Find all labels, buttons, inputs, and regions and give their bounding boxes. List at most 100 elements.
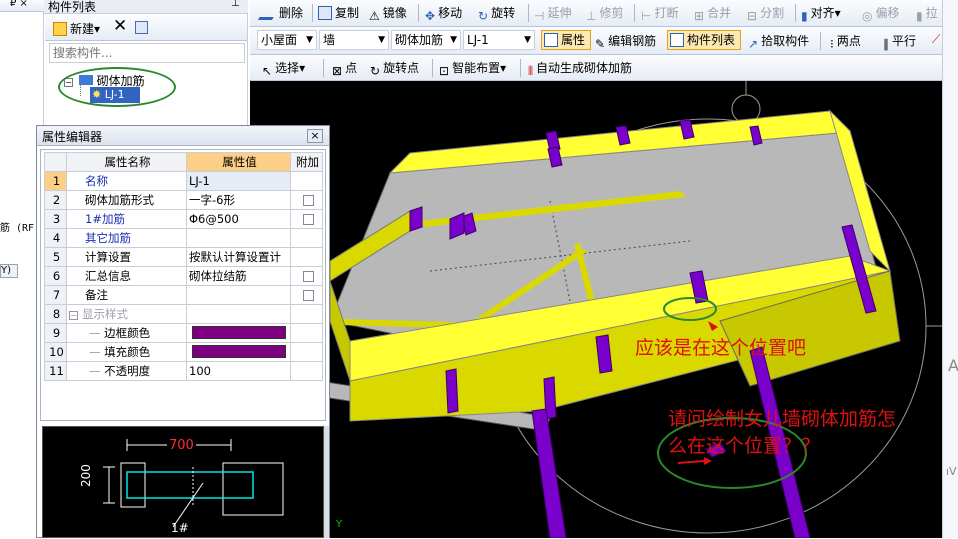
collapse-icon[interactable]: −	[69, 310, 78, 320]
extend-button[interactable]: ⊣ 延伸	[534, 4, 571, 23]
move-button[interactable]: ✥ 移动	[425, 4, 463, 23]
annotation-question-line1: 请问绘制女儿墙砌体加筋怎	[668, 408, 897, 430]
close-icon[interactable]: ×	[307, 129, 323, 143]
property-table: 属性名称 属性值 附加 1 名称 LJ-1 2 砌体加筋形式 一字-6形 3 1…	[44, 152, 323, 381]
prop-value[interactable]: 砌体拉结筋	[186, 266, 291, 286]
left-fragment-a: 筋 (RF	[0, 223, 35, 234]
prop-extra	[290, 304, 323, 324]
table-row[interactable]: 11 — 不透明度 100	[44, 361, 323, 381]
viewport-3d[interactable]: Y 应该是在这个位置吧 请问绘制女儿墙砌体加筋怎 么在这个位置？？	[250, 81, 942, 538]
prop-name: 名称	[66, 171, 187, 191]
prop-extra	[290, 361, 323, 381]
table-row[interactable]: 9 — 边框颜色	[44, 323, 323, 343]
left-strip-pin[interactable]: ₽ ×	[10, 0, 28, 9]
stretch-button[interactable]: ▮ 拉	[916, 4, 938, 23]
prop-value[interactable]	[186, 323, 291, 343]
floor-select[interactable]: 小屋面 ▼	[257, 30, 317, 50]
merge-button[interactable]: ⊞ 合并	[694, 4, 732, 23]
pick-button[interactable]: ↗ 拾取构件	[748, 32, 809, 51]
copy-component-icon[interactable]	[135, 21, 148, 34]
offset-label: 偏移	[875, 6, 900, 20]
prop-value[interactable]: 按默认计算设置计	[186, 247, 291, 267]
rotate-button[interactable]: ↻ 旋转	[478, 4, 516, 23]
type-select[interactable]: 墙 ▼	[319, 30, 389, 50]
select-button[interactable]: ↖ 选择▾	[262, 59, 305, 78]
rotate-point-button[interactable]: ↻ 旋转点	[370, 59, 420, 78]
table-row[interactable]: 2 砌体加筋形式 一字-6形	[44, 190, 323, 210]
table-row[interactable]: 1 名称 LJ-1	[44, 171, 323, 191]
auto-generate-button[interactable]: ⫴ 自动生成砌体加筋	[528, 59, 632, 78]
prop-value[interactable]: 一字-6形	[186, 190, 291, 210]
component-list-label: 构件列表	[687, 33, 736, 47]
building-model[interactable]: Y	[250, 81, 942, 538]
pin-icon[interactable]: ⊥	[231, 0, 240, 9]
edit-rebar-button[interactable]: ✎ 编辑钢筋	[595, 32, 656, 51]
table-row[interactable]: 4 其它加筋	[44, 228, 323, 248]
subtype-select[interactable]: 砌体加筋 ▼	[391, 30, 461, 50]
delete-label: 删除	[279, 6, 304, 20]
point-button[interactable]: ⊠ 点	[332, 59, 358, 78]
break-button[interactable]: ⊢ 打断	[641, 4, 678, 23]
prop-value[interactable]	[186, 342, 291, 362]
prop-value[interactable]	[186, 285, 291, 305]
mirror-button[interactable]: ⚠ 镜像	[369, 4, 407, 23]
chevron-down-icon: ▼	[450, 35, 457, 45]
table-row[interactable]: 3 1#加筋 Φ6@500	[44, 209, 323, 229]
two-points-button[interactable]: ⁝ 两点	[830, 32, 861, 51]
prop-name: 1#加筋	[66, 209, 187, 229]
trim-button[interactable]: ⊥ 修剪	[586, 4, 623, 23]
table-row[interactable]: 10 — 填充颜色	[44, 342, 323, 362]
table-row[interactable]: 7 备注	[44, 285, 323, 305]
rotate-label: 旋转	[491, 6, 516, 20]
checkbox[interactable]	[303, 194, 314, 206]
smart-layout-button[interactable]: ⊡ 智能布置▾	[439, 59, 506, 78]
merge-label: 合并	[707, 6, 732, 20]
prop-value[interactable]: LJ-1	[186, 171, 291, 191]
checkbox[interactable]	[303, 289, 314, 301]
checkbox[interactable]	[303, 270, 314, 282]
prop-value[interactable]: 100	[186, 361, 291, 381]
delete-button[interactable]: 删除	[257, 4, 304, 22]
new-label: 新建	[70, 22, 95, 36]
rotate-point-label: 旋转点	[383, 61, 420, 75]
edit-rebar-icon: ✎	[595, 37, 606, 51]
property-editor-scroll[interactable]	[324, 426, 329, 538]
component-select[interactable]: LJ-1 ▼	[463, 30, 535, 50]
table-row[interactable]: 5 计算设置 按默认计算设置计	[44, 247, 323, 267]
point-label: 点	[345, 61, 358, 75]
svg-text:Y: Y	[335, 519, 343, 530]
prop-name: 砌体加筋形式	[66, 190, 187, 210]
split-button[interactable]: ⊟ 分割	[747, 4, 784, 23]
property-editor-titlebar[interactable]: 属性编辑器 ×	[37, 126, 329, 146]
prop-name[interactable]: − 显示样式	[66, 304, 187, 324]
search-input[interactable]	[50, 44, 240, 62]
tree-branch: —	[89, 363, 105, 378]
delete-component-icon[interactable]: ✕	[113, 16, 127, 36]
prop-value[interactable]: Φ6@500	[186, 209, 291, 229]
table-row[interactable]: 6 汇总信息 砌体拉结筋	[44, 266, 323, 286]
offset-button[interactable]: ◎ 偏移	[862, 4, 900, 23]
tree-branch: —	[89, 325, 105, 340]
pick-icon: ↗	[748, 37, 759, 51]
row-number: 9	[44, 323, 67, 343]
fill-color-swatch[interactable]	[192, 344, 286, 358]
point-icon: ⊠	[332, 64, 343, 78]
type-value: 墙	[323, 33, 336, 47]
table-row[interactable]: 8 − 显示样式	[44, 304, 323, 324]
prop-value[interactable]	[186, 228, 291, 248]
row-number: 6	[44, 266, 67, 286]
search-field[interactable]	[49, 43, 245, 63]
align-button[interactable]: ▮ 对齐▾	[801, 4, 841, 23]
prop-extra	[290, 171, 323, 191]
more-icon[interactable]: ⟋	[932, 30, 940, 48]
new-button[interactable]: 新建▾	[53, 20, 100, 37]
border-color-swatch[interactable]	[192, 325, 286, 339]
move-label: 移动	[438, 6, 463, 20]
rotate-icon: ↻	[478, 9, 489, 23]
parallel-button[interactable]: ∥ 平行	[883, 32, 916, 51]
copy-button[interactable]: 复制	[318, 4, 359, 22]
component-list-button[interactable]: 构件列表	[667, 30, 741, 50]
chevron-down-icon: ▼	[524, 35, 531, 45]
checkbox[interactable]	[303, 213, 314, 225]
properties-button[interactable]: 属性	[541, 30, 591, 50]
